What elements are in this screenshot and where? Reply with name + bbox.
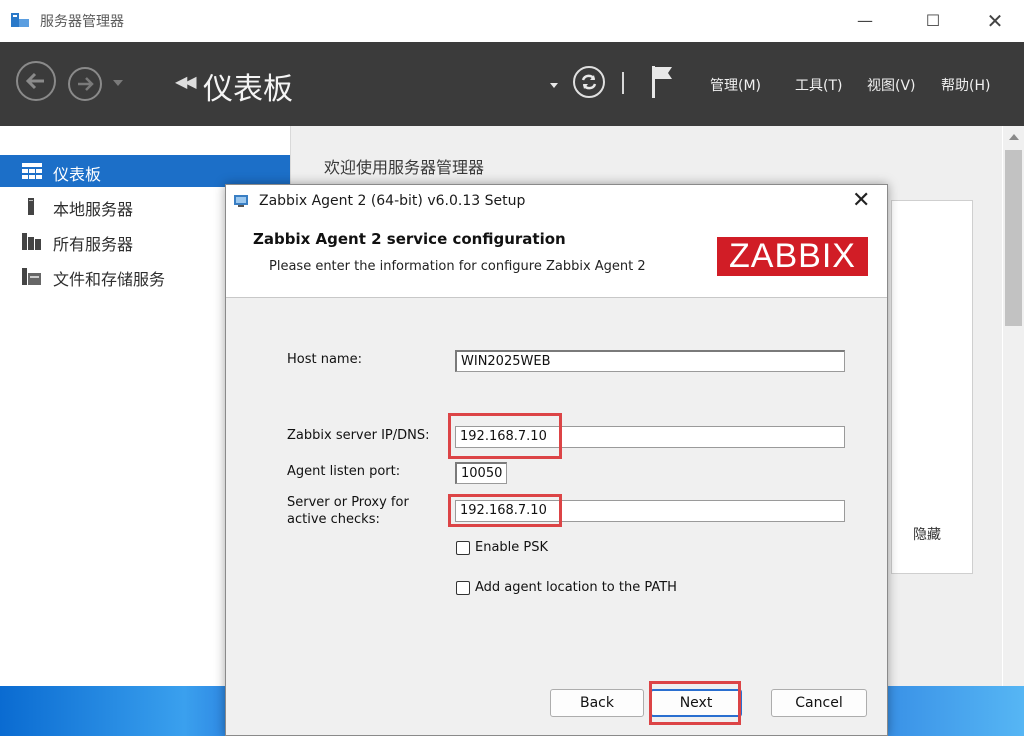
menu-tools[interactable]: 工具(T) (795, 75, 842, 95)
scroll-thumb[interactable] (1005, 150, 1022, 326)
maximize-button[interactable]: ☐ (910, 8, 956, 34)
dialog-banner: Zabbix Agent 2 service configuration Ple… (226, 217, 887, 298)
content-scrollbar[interactable] (1003, 126, 1024, 686)
maximize-icon: ☐ (925, 11, 941, 30)
active-checks-label-line1: Server or Proxy for (287, 495, 409, 510)
setup-dialog: Zabbix Agent 2 (64-bit) v6.0.13 Setup ✕ … (225, 184, 888, 736)
next-button-highlight (649, 681, 741, 725)
cancel-button[interactable]: Cancel (771, 689, 867, 717)
host-name-field[interactable]: WIN2025WEB (455, 350, 845, 372)
welcome-heading: 欢迎使用服务器管理器 (324, 158, 485, 177)
window-titlebar: 服务器管理器 — ☐ ✕ (0, 0, 1024, 42)
header-separator (622, 72, 624, 94)
menu-view[interactable]: 视图(V) (867, 75, 916, 95)
banner-heading: Zabbix Agent 2 service configuration (253, 230, 566, 248)
header-dropdown-icon[interactable] (550, 83, 558, 88)
banner-subheading: Please enter the information for configu… (269, 259, 646, 274)
server-ip-label: Zabbix server IP/DNS: (287, 428, 430, 443)
refresh-icon (581, 74, 597, 90)
sidebar-item-label: 文件和存储服务 (53, 270, 166, 289)
minimize-icon: — (857, 11, 873, 30)
enable-psk-label: Enable PSK (475, 540, 549, 555)
listen-port-field[interactable]: 10050 (455, 462, 507, 484)
add-path-label: Add agent location to the PATH (475, 580, 677, 595)
dashboard-icon (22, 163, 42, 179)
enable-psk-checkbox[interactable] (456, 541, 470, 555)
refresh-button[interactable] (573, 66, 605, 98)
notifications-flag-icon[interactable] (648, 64, 674, 100)
servers-icon (22, 233, 41, 250)
back-arrow-icon (25, 72, 44, 90)
host-name-label: Host name: (287, 352, 362, 367)
sidebar-item-label: 本地服务器 (53, 200, 134, 219)
breadcrumb-arrows-icon: ◀◀ (175, 72, 197, 91)
scroll-up-icon[interactable] (1009, 134, 1019, 140)
server-icon (28, 198, 34, 215)
back-button[interactable]: Back (550, 689, 644, 717)
zabbix-logo: ZABBIX (717, 237, 868, 276)
storage-icon (22, 268, 41, 285)
dialog-title: Zabbix Agent 2 (64-bit) v6.0.13 Setup (259, 193, 526, 209)
window-title: 服务器管理器 (40, 14, 124, 30)
dialog-close-icon[interactable]: ✕ (852, 188, 870, 213)
page-title: 仪表板 (203, 72, 293, 107)
listen-port-label: Agent listen port: (287, 464, 401, 479)
close-button[interactable]: ✕ (972, 8, 1018, 34)
forward-nav-button[interactable] (68, 67, 102, 101)
menu-manage[interactable]: 管理(M) (710, 75, 761, 95)
installer-icon (234, 195, 248, 207)
header-bar: ◀◀ 仪表板 管理(M) 工具(T) 视图(V) 帮助(H) (0, 42, 1024, 126)
dialog-titlebar: Zabbix Agent 2 (64-bit) v6.0.13 Setup ✕ (226, 185, 887, 217)
hide-link[interactable]: 隐藏 (913, 524, 941, 544)
close-icon: ✕ (986, 9, 1004, 33)
sidebar-item-label: 所有服务器 (53, 235, 134, 254)
minimize-button[interactable]: — (842, 8, 888, 34)
server-ip-highlight (448, 413, 562, 459)
add-path-checkbox[interactable] (456, 581, 470, 595)
active-checks-label-line2: active checks: (287, 512, 380, 527)
sidebar-item-dashboard[interactable]: 仪表板 (0, 155, 290, 187)
quick-start-panel (891, 200, 973, 574)
active-checks-highlight (448, 494, 562, 527)
server-manager-icon (11, 13, 29, 27)
sidebar-item-label: 仪表板 (53, 165, 102, 184)
menu-help[interactable]: 帮助(H) (941, 75, 990, 95)
nav-history-dropdown-icon[interactable] (113, 80, 123, 86)
forward-arrow-icon (78, 77, 94, 91)
back-nav-button[interactable] (16, 61, 56, 101)
